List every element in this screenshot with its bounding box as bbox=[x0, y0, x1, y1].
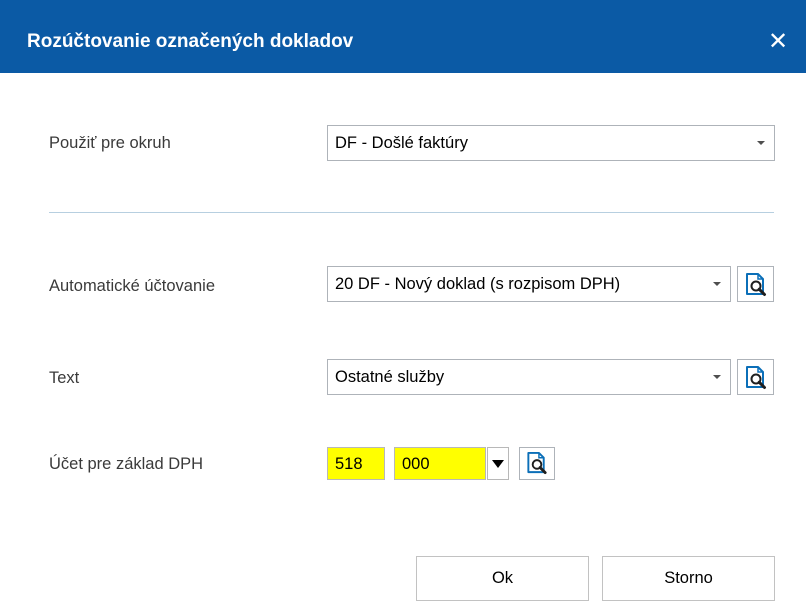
auto-uctovanie-select[interactable]: 20 DF - Nový doklad (s rozpisom DPH) bbox=[327, 266, 731, 302]
document-search-icon bbox=[746, 273, 766, 296]
text-lookup-button[interactable] bbox=[737, 359, 774, 395]
auto-uctovanie-label: Automatické účtovanie bbox=[49, 277, 216, 295]
document-search-icon bbox=[527, 451, 547, 475]
close-icon[interactable]: ✕ bbox=[760, 24, 796, 60]
auto-uctovanie-lookup-button[interactable] bbox=[737, 266, 774, 302]
dialog-titlebar: Rozúčtovanie označených dokladov ✕ bbox=[0, 0, 806, 73]
chevron-down-icon bbox=[757, 141, 765, 145]
analyticky-ucet-input[interactable]: 000 bbox=[394, 447, 486, 480]
ucet-label: Účet pre základ DPH bbox=[49, 455, 204, 473]
storno-button[interactable]: Storno bbox=[602, 556, 775, 601]
analyticky-ucet-dropdown[interactable] bbox=[487, 447, 509, 480]
text-label: Text bbox=[49, 369, 80, 387]
section-divider bbox=[49, 212, 774, 213]
chevron-down-icon bbox=[492, 460, 504, 468]
dialog-title: Rozúčtovanie označených dokladov bbox=[27, 31, 354, 52]
chevron-down-icon bbox=[713, 282, 721, 286]
auto-uctovanie-value: 20 DF - Nový doklad (s rozpisom DPH) bbox=[335, 275, 621, 293]
okruh-label: Použiť pre okruh bbox=[49, 134, 171, 152]
ok-button[interactable]: Ok bbox=[416, 556, 589, 601]
okruh-value: DF - Došlé faktúry bbox=[335, 134, 468, 152]
text-value: Ostatné služby bbox=[335, 368, 445, 386]
ucet-lookup-button[interactable] bbox=[519, 447, 555, 480]
chevron-down-icon bbox=[713, 375, 721, 379]
document-search-icon bbox=[746, 366, 766, 389]
okruh-select[interactable]: DF - Došlé faktúry bbox=[327, 125, 775, 161]
synteticky-ucet-input[interactable]: 518 bbox=[327, 447, 385, 480]
analyticky-ucet-value: 000 bbox=[402, 455, 430, 473]
synteticky-ucet-value: 518 bbox=[335, 455, 363, 473]
text-select[interactable]: Ostatné služby bbox=[327, 359, 731, 395]
